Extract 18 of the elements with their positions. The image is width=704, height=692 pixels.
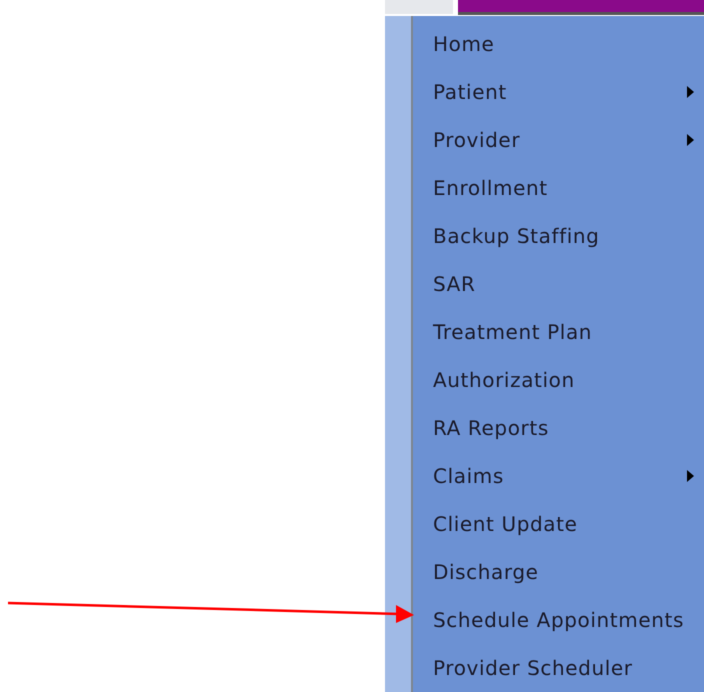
- menu-item[interactable]: Provider Scheduler: [413, 644, 704, 692]
- submenu-arrow-icon: [687, 86, 694, 98]
- menu-item[interactable]: SAR: [413, 260, 704, 308]
- menu-item[interactable]: Claims: [413, 452, 704, 500]
- tab-strip: [385, 0, 453, 14]
- menu-item[interactable]: Treatment Plan: [413, 308, 704, 356]
- menu-item[interactable]: Home: [413, 20, 704, 68]
- menu-item[interactable]: Enrollment: [413, 164, 704, 212]
- menu-item[interactable]: Schedule Appointments: [413, 596, 704, 644]
- menu-item[interactable]: Client Update: [413, 500, 704, 548]
- menu-item[interactable]: Patient: [413, 68, 704, 116]
- menu-item[interactable]: Backup Staffing: [413, 212, 704, 260]
- menu-item[interactable]: Discharge: [413, 548, 704, 596]
- menu-item[interactable]: RA Reports: [413, 404, 704, 452]
- submenu-arrow-icon: [687, 134, 694, 146]
- menu-item[interactable]: Authorization: [413, 356, 704, 404]
- submenu-arrow-icon: [687, 470, 694, 482]
- menu-item[interactable]: Provider: [413, 116, 704, 164]
